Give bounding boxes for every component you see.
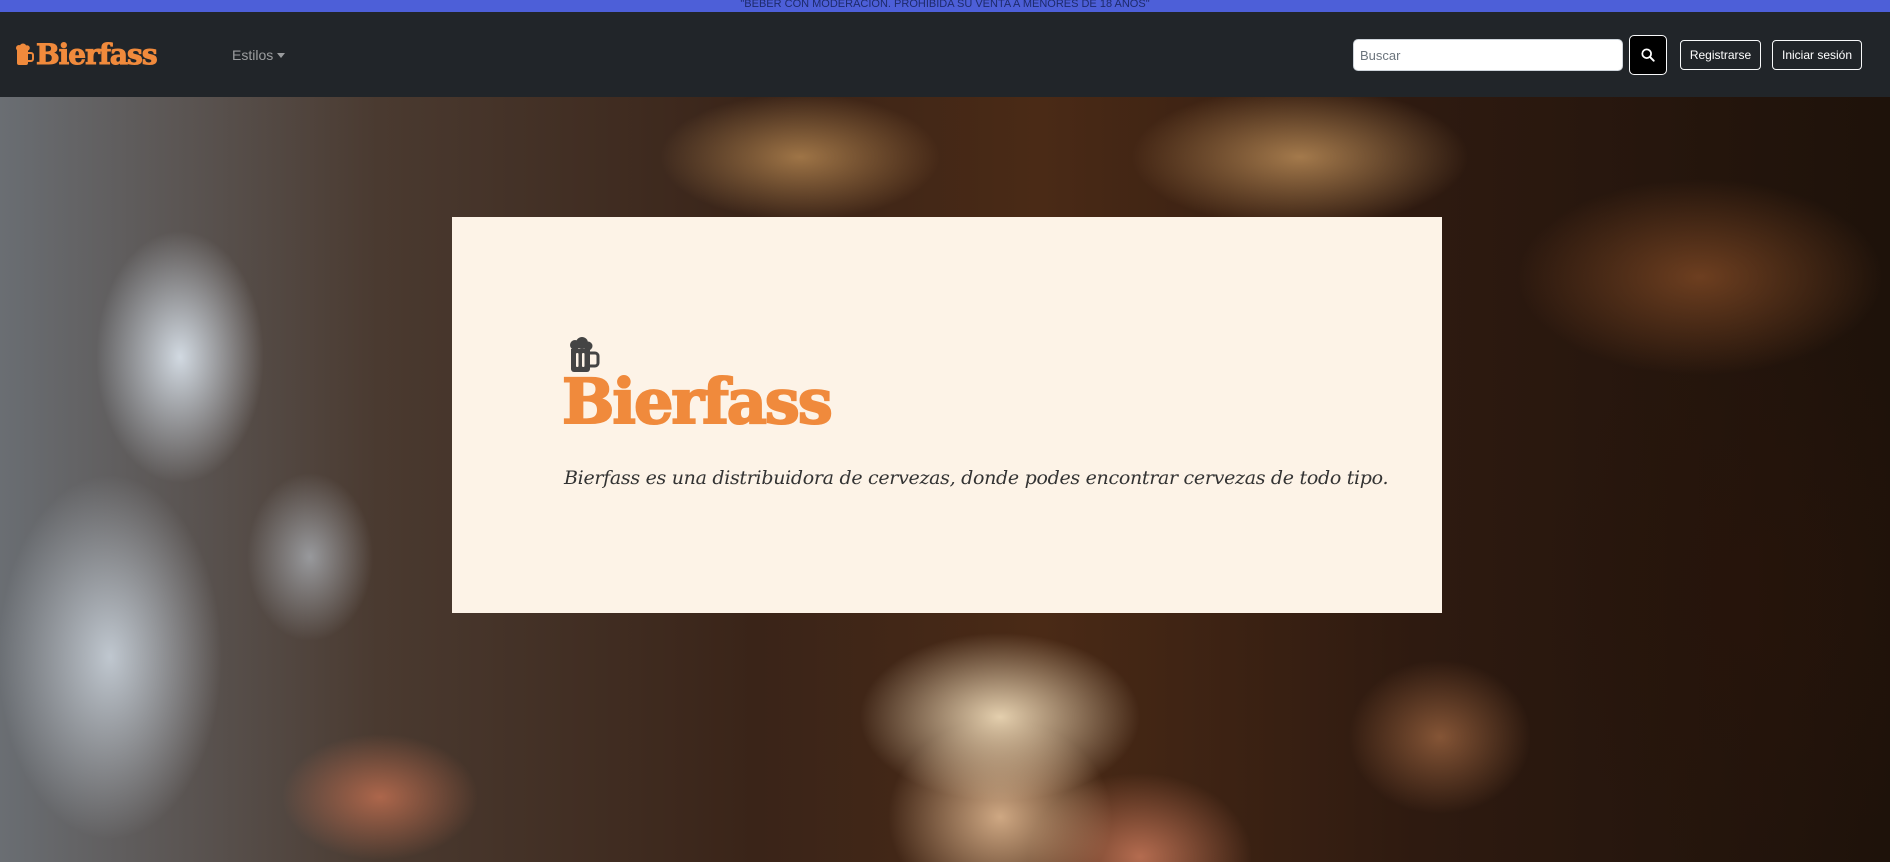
styles-dropdown-label: Estilos — [232, 47, 274, 63]
search-input[interactable] — [1353, 39, 1623, 71]
brand-name: Bierfass — [36, 37, 159, 71]
styles-dropdown[interactable]: Estilos — [232, 47, 286, 63]
register-button[interactable]: Registrarse — [1680, 40, 1761, 70]
hero-section: Bierfass Bierfass es una distribuidora d… — [0, 97, 1890, 862]
search-button[interactable] — [1629, 35, 1667, 75]
age-warning-banner: "BEBER CON MODERACIÓN. PROHIBIDA SU VENT… — [0, 0, 1890, 12]
hero-subtitle: Bierfass es una distribuidora de cerveza… — [564, 467, 1389, 489]
hero-title: Bierfass — [561, 365, 834, 438]
age-warning-text: "BEBER CON MODERACIÓN. PROHIBIDA SU VENT… — [740, 0, 1150, 10]
hero-card: Bierfass Bierfass es una distribuidora d… — [452, 217, 1442, 613]
beer-mug-icon — [16, 43, 34, 65]
navbar: Bierfass Estilos Registrarse Iniciar ses… — [0, 12, 1890, 97]
caret-down-icon — [277, 52, 286, 58]
brand-logo-link[interactable]: Bierfass — [14, 37, 159, 71]
search-icon — [1641, 48, 1655, 62]
login-button[interactable]: Iniciar sesión — [1772, 40, 1862, 70]
